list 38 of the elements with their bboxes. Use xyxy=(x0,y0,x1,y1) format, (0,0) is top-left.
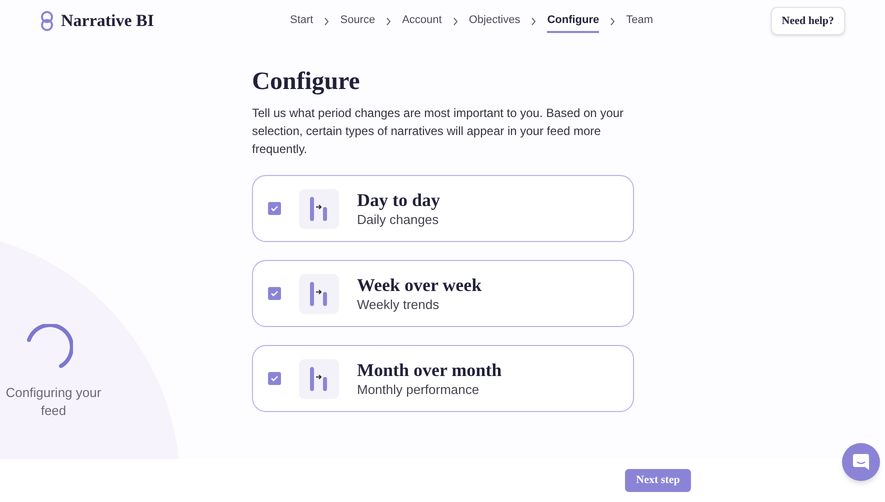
step-tab[interactable]: Configure xyxy=(547,8,600,34)
option-card[interactable]: Month over month Monthly performance xyxy=(252,345,634,412)
option-card[interactable]: Day to day Daily changes xyxy=(252,175,634,242)
chevron-right-icon xyxy=(323,16,330,26)
chat-bubble-icon xyxy=(852,453,870,471)
step-tab[interactable]: Team xyxy=(626,8,654,34)
step-tab[interactable]: Start xyxy=(290,8,314,34)
checkbox[interactable] xyxy=(268,372,281,385)
chevron-right-icon xyxy=(609,16,616,26)
bar-change-icon xyxy=(299,188,339,228)
bar-change-icon xyxy=(299,358,339,398)
checkbox[interactable] xyxy=(268,287,281,300)
check-icon xyxy=(270,204,279,213)
step-tab[interactable]: Account xyxy=(402,8,442,34)
brand-name: Narrative BI xyxy=(61,10,154,32)
step-tab[interactable]: Objectives xyxy=(468,8,520,34)
option-title: Month over month xyxy=(357,358,502,380)
description: Tell us what period changes are most important to you. Based on your selection, certain types of narratives will appear in your feed more frequently. xyxy=(252,105,625,158)
checkbox[interactable] xyxy=(268,202,281,215)
loading-spinner-icon xyxy=(24,324,72,368)
page-title: Configure xyxy=(252,67,361,97)
option-card[interactable]: Week over week Weekly trends xyxy=(252,260,634,327)
loading-label: Configuring your feed xyxy=(4,384,102,420)
chat-button[interactable] xyxy=(842,443,880,481)
chevron-right-icon xyxy=(452,16,459,26)
check-icon xyxy=(270,289,279,298)
option-subtitle: Monthly performance xyxy=(357,380,480,398)
option-title: Week over week xyxy=(357,274,482,296)
bar-change-icon xyxy=(299,274,339,314)
option-title: Day to day xyxy=(357,188,440,210)
chevron-right-icon xyxy=(385,16,392,26)
option-subtitle: Weekly trends xyxy=(357,296,440,314)
step-tab[interactable]: Source xyxy=(340,8,376,34)
check-icon xyxy=(270,374,279,383)
chevron-right-icon xyxy=(530,16,538,26)
option-subtitle: Daily changes xyxy=(357,210,440,228)
help-button[interactable]: Need help? xyxy=(770,6,845,36)
logo-icon xyxy=(40,11,54,31)
